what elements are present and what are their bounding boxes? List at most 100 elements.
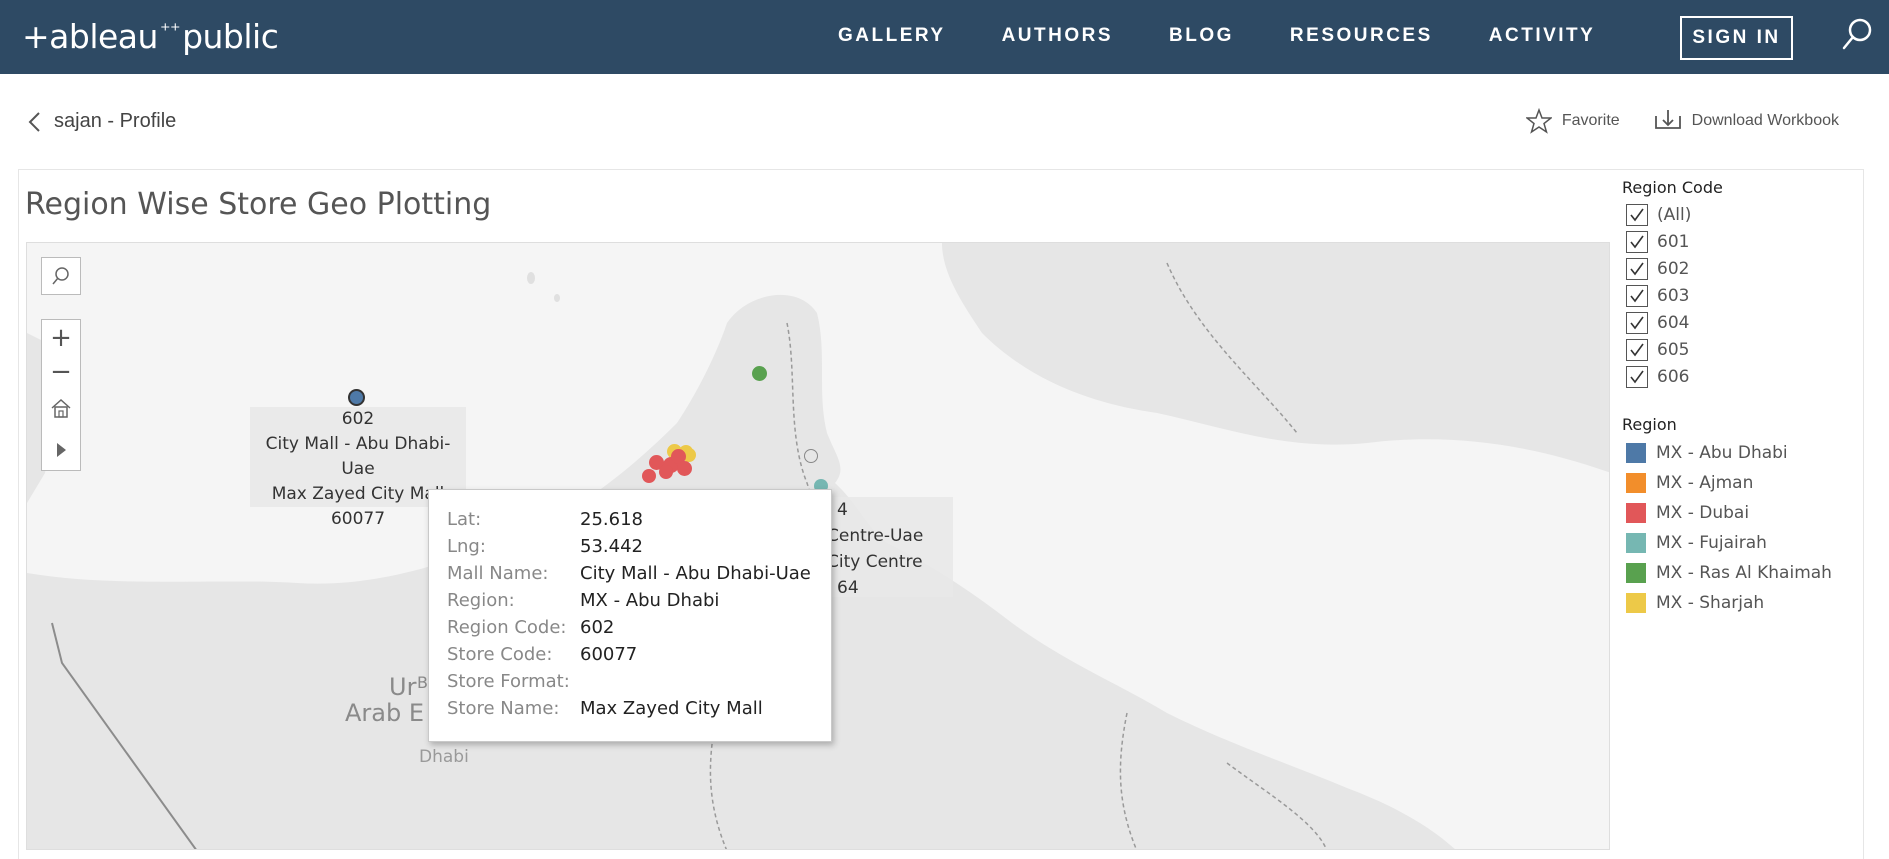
store-mark-ras-al-khaimah[interactable] (752, 366, 767, 381)
map-country-label-2: Arab E (345, 699, 425, 727)
nav-resources[interactable]: RESOURCES (1290, 22, 1433, 50)
region-legend-item[interactable]: MX - Ajman (1622, 468, 1832, 498)
legend-swatch (1626, 473, 1646, 493)
legend-swatch (1626, 563, 1646, 583)
check-icon[interactable] (1626, 365, 1648, 388)
tooltip-key: Lng: (447, 536, 486, 557)
tooltip-value: 602 (580, 617, 615, 638)
tooltip-row: Mall Name: City Mall - Abu Dhabi-Uae (447, 560, 831, 587)
check-icon[interactable] (1626, 230, 1648, 253)
map-city-label: Dhabi (419, 747, 469, 767)
region-legend-label: MX - Ajman (1656, 473, 1754, 493)
tooltip-row: Store Format: (447, 668, 831, 695)
main-nav: GALLERY AUTHORS BLOG RESOURCES ACTIVITY (838, 22, 1651, 50)
region-code-filter: Region Code (All) 601 602 603 604 605 606 (1622, 178, 1723, 390)
tooltip-key: Store Code: (447, 644, 553, 665)
region-code-option[interactable]: 603 (1622, 282, 1723, 309)
region-color-legend: Region MX - Abu Dhabi MX - Ajman MX - Duba… (1622, 415, 1832, 618)
plus-icon[interactable]: + (42, 320, 80, 356)
tooltip-row: Store Code: 60077 (447, 641, 831, 668)
store-mark-dubai[interactable] (677, 461, 692, 476)
region-code-filter-title: Region Code (1622, 178, 1723, 197)
region-code-option-label: 602 (1657, 258, 1690, 279)
label-mall-name: City Mall - Abu Dhabi-Uae (265, 434, 451, 479)
tooltip-value: Max Zayed City Mall (580, 698, 763, 719)
region-legend-item[interactable]: MX - Sharjah (1622, 588, 1832, 618)
logo-text: +ableau (22, 16, 158, 56)
map-city-b-label: B (417, 673, 428, 692)
label-line2: Centre-Uae (827, 526, 924, 546)
nav-activity[interactable]: ACTIVITY (1489, 22, 1596, 50)
label-line3: City Centre (827, 552, 923, 572)
store-mark-circle-outline (804, 449, 818, 463)
play-icon[interactable] (42, 432, 80, 468)
sign-in-button[interactable]: SIGN IN (1680, 16, 1793, 60)
region-code-option[interactable]: 601 (1622, 228, 1723, 255)
label-line4: 64 (837, 578, 859, 598)
store-mark-dubai[interactable] (659, 465, 673, 479)
mark-label-fujairah: 4 Centre-Uae City Centre 64 (817, 497, 953, 598)
store-mark-abu-dhabi[interactable] (348, 389, 365, 406)
check-icon[interactable] (1626, 284, 1648, 307)
region-legend-item[interactable]: MX - Abu Dhabi (1622, 438, 1832, 468)
sparkle-icon: ⁺⁺ (159, 18, 181, 42)
region-legend-item[interactable]: MX - Dubai (1622, 498, 1832, 528)
nav-gallery[interactable]: GALLERY (838, 22, 946, 50)
check-icon[interactable] (1626, 311, 1648, 334)
download-label: Download Workbook (1691, 112, 1839, 129)
tooltip-key: Mall Name: (447, 563, 549, 584)
check-icon[interactable] (1626, 338, 1648, 361)
tableau-public-logo[interactable]: +ableau ⁺⁺ public (22, 14, 279, 58)
region-legend-label: MX - Sharjah (1656, 593, 1765, 613)
nav-blog[interactable]: BLOG (1169, 22, 1234, 50)
map-country-label: Ur (389, 673, 417, 701)
region-code-option[interactable]: 606 (1622, 363, 1723, 390)
logo-text-public: public (182, 16, 279, 56)
tooltip-row: Store Name: Max Zayed City Mall (447, 695, 831, 722)
map-search-button[interactable] (41, 257, 81, 295)
region-code-option-label: 603 (1657, 285, 1690, 306)
region-code-option[interactable]: 602 (1622, 255, 1723, 282)
region-legend-item[interactable]: MX - Fujairah (1622, 528, 1832, 558)
check-icon[interactable] (1626, 203, 1648, 226)
region-code-option[interactable]: (All) (1622, 201, 1723, 228)
label-region-code: 602 (341, 409, 375, 429)
map-zoom-controls: + − (41, 319, 81, 471)
tooltip-value: 25.618 (580, 509, 643, 530)
viz-title: Region Wise Store Geo Plotting (25, 187, 492, 222)
region-code-option[interactable]: 605 (1622, 336, 1723, 363)
region-legend-label: MX - Abu Dhabi (1656, 443, 1788, 463)
tooltip-value: MX - Abu Dhabi (580, 590, 720, 611)
download-workbook-button[interactable]: Download Workbook (1654, 108, 1839, 134)
workbook-actions: Favorite Download Workbook (1525, 108, 1839, 134)
tooltip-row: Lng: 53.442 (447, 533, 831, 560)
back-to-profile-link[interactable]: sajan - Profile (26, 110, 176, 133)
tooltip-key: Region Code: (447, 617, 567, 638)
region-code-option-label: 601 (1657, 231, 1690, 252)
tooltip-key: Region: (447, 590, 515, 611)
tooltip-row: Region: MX - Abu Dhabi (447, 587, 831, 614)
search-icon[interactable] (1840, 16, 1874, 52)
region-code-option-label: 606 (1657, 366, 1690, 387)
region-legend-title: Region (1622, 415, 1677, 434)
region-code-option[interactable]: 604 (1622, 309, 1723, 336)
favorite-button[interactable]: Favorite (1525, 108, 1620, 134)
store-mark-dubai[interactable] (642, 469, 656, 483)
check-icon[interactable] (1626, 257, 1648, 280)
tooltip-row: Lat: 25.618 (447, 506, 831, 533)
tooltip-key: Store Name: (447, 698, 560, 719)
back-label: sajan - Profile (54, 110, 177, 132)
star-icon (1525, 108, 1552, 134)
region-legend-item[interactable]: MX - Ras Al Khaimah (1622, 558, 1832, 588)
region-code-option-label: 605 (1657, 339, 1690, 360)
legend-swatch (1626, 593, 1646, 613)
tooltip-value: City Mall - Abu Dhabi-Uae (580, 563, 811, 584)
minus-icon[interactable]: − (42, 354, 80, 390)
legend-swatch (1626, 533, 1646, 553)
nav-authors[interactable]: AUTHORS (1002, 22, 1113, 50)
region-legend-label: MX - Dubai (1656, 503, 1750, 523)
home-icon[interactable] (42, 390, 80, 426)
region-code-option-label: (All) (1657, 204, 1692, 225)
tooltip-key: Store Format: (447, 671, 570, 692)
region-legend-label: MX - Fujairah (1656, 533, 1767, 553)
